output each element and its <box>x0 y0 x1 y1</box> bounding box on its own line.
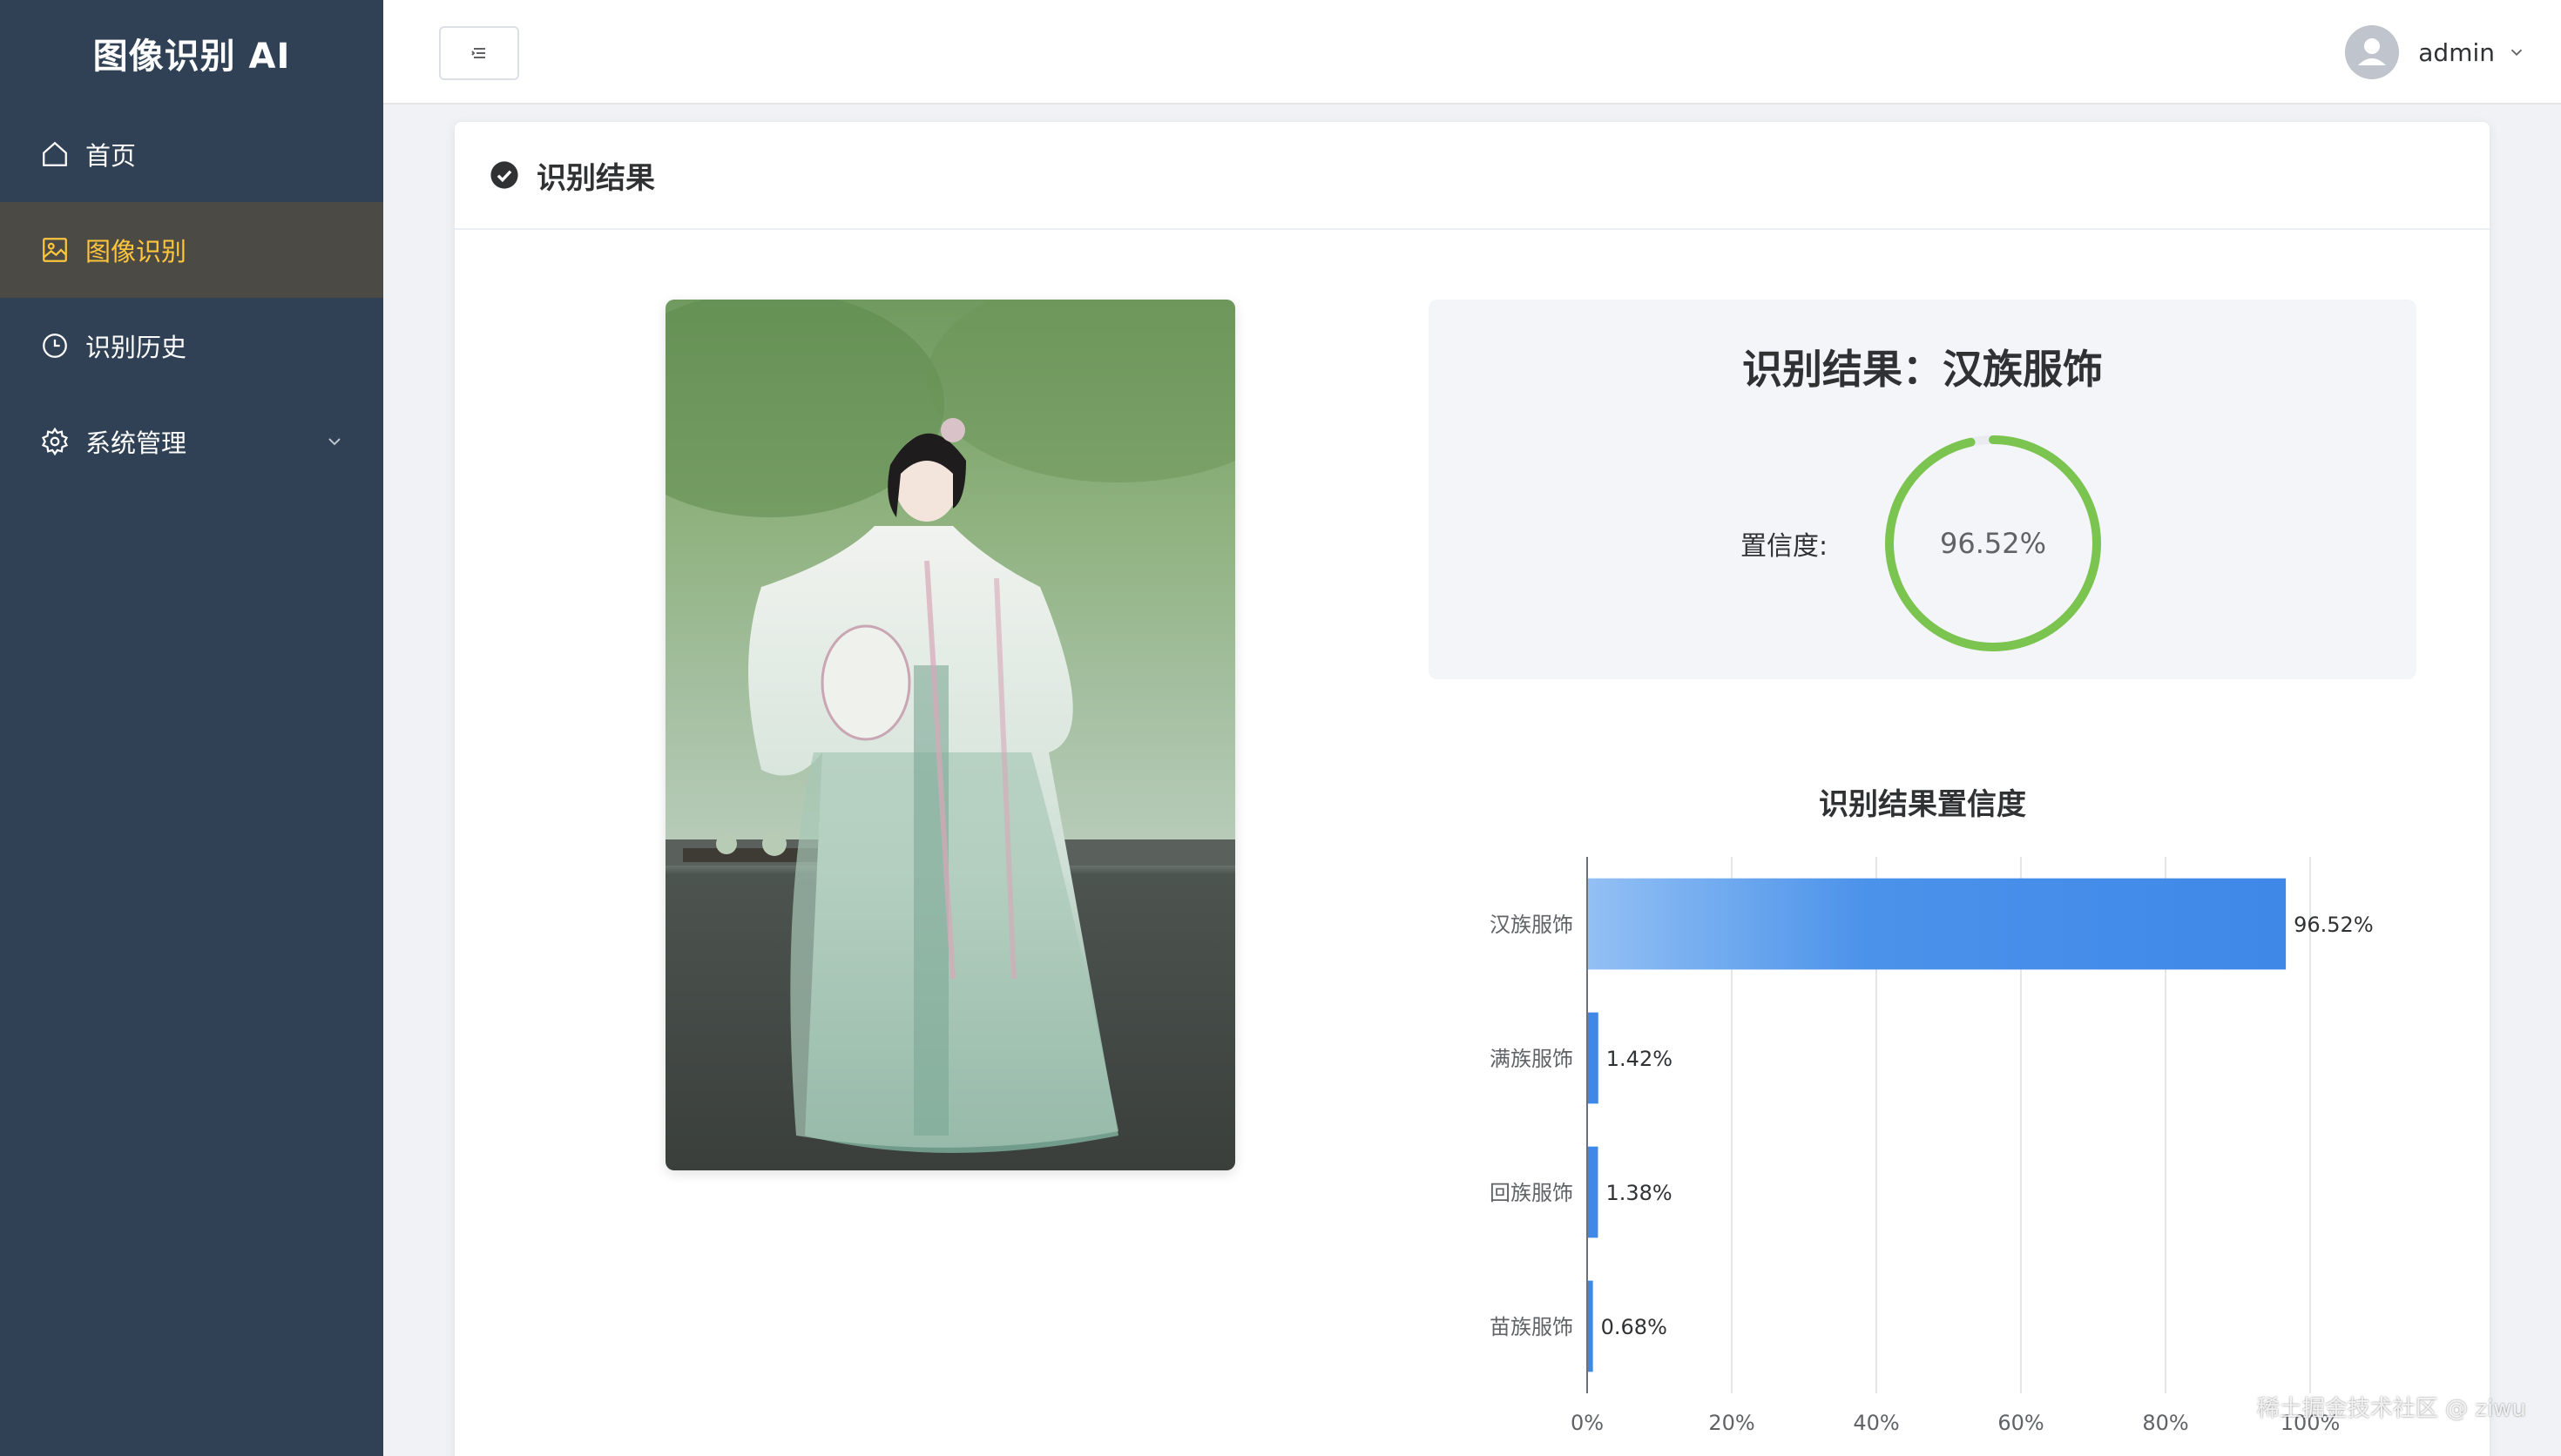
picture-icon <box>40 235 70 265</box>
chart-bar <box>1588 878 2287 970</box>
confidence-label: 置信度: <box>1740 531 1828 562</box>
sidebar-item-home[interactable]: 首页 <box>0 106 383 202</box>
sidebar: 图像识别 AI 首页 图像识别 识别历史 系统管理 <box>0 0 383 1456</box>
top-header: admin <box>383 0 2561 104</box>
chart-title: 识别结果置信度 <box>1819 787 2026 822</box>
chart-bar <box>1588 1280 1593 1372</box>
value-label: 96.52% <box>2294 913 2374 937</box>
home-icon <box>40 139 70 169</box>
chart-bar <box>1588 1012 1598 1104</box>
clock-icon <box>40 331 70 361</box>
x-tick-label: 80% <box>2142 1411 2188 1435</box>
value-label: 0.68% <box>1601 1315 1667 1339</box>
category-label: 回族服饰 <box>1490 1181 1573 1205</box>
x-tick-label: 40% <box>1853 1411 1899 1435</box>
sidebar-item-label: 系统管理 <box>85 428 187 458</box>
watermark: 稀土掘金技术社区 @ ziwu <box>2256 1396 2526 1422</box>
confidence-value: 96.52% <box>1939 527 2046 560</box>
sidebar-toggle-button[interactable] <box>439 26 519 80</box>
category-label: 汉族服饰 <box>1490 913 1573 937</box>
result-card: 识别结果 识别结果：汉族服饰 置信度: 96.52% 识别结果置信度 0% 20… <box>455 122 2490 1456</box>
sidebar-item-label: 图像识别 <box>85 237 187 266</box>
category-label: 满族服饰 <box>1490 1047 1573 1071</box>
chevron-down-icon <box>2510 49 2523 57</box>
chart-bar <box>1588 1146 1598 1238</box>
sidebar-item-image-recognition[interactable]: 图像识别 <box>0 202 383 298</box>
sidebar-item-history[interactable]: 识别历史 <box>0 298 383 394</box>
sidebar-item-system-management[interactable]: 系统管理 <box>0 394 383 489</box>
check-circle-icon <box>490 161 518 189</box>
result-title: 识别结果：汉族服饰 <box>1742 346 2103 393</box>
username: admin <box>2418 37 2495 67</box>
app-logo-title: 图像识别 AI <box>92 37 291 77</box>
result-summary: 识别结果：汉族服饰 置信度: 96.52% <box>1429 300 2416 679</box>
x-tick-label: 20% <box>1708 1411 1754 1435</box>
value-label: 1.42% <box>1606 1047 1672 1071</box>
confidence-bar-chart: 0% 20% 40% 60% 80% 100%汉族服饰 96.52%满族服饰 1.42%回族服… <box>1490 857 2374 1435</box>
card-header: 识别结果 <box>455 122 2490 230</box>
x-tick-label: 60% <box>1997 1411 2044 1435</box>
menu-fold-icon <box>471 48 485 58</box>
chevron-down-icon <box>328 438 341 446</box>
user-dropdown[interactable]: admin <box>2345 24 2526 80</box>
user-avatar-icon <box>2345 25 2400 79</box>
category-label: 苗族服饰 <box>1490 1315 1573 1339</box>
card-title: 识别结果 <box>537 160 655 196</box>
recognized-image <box>666 300 1235 1170</box>
gear-icon <box>40 427 70 456</box>
value-label: 1.38% <box>1605 1181 1672 1205</box>
sidebar-item-label: 首页 <box>85 141 137 171</box>
x-tick-label: 0% <box>1571 1411 1604 1435</box>
sidebar-item-label: 识别历史 <box>85 333 187 362</box>
